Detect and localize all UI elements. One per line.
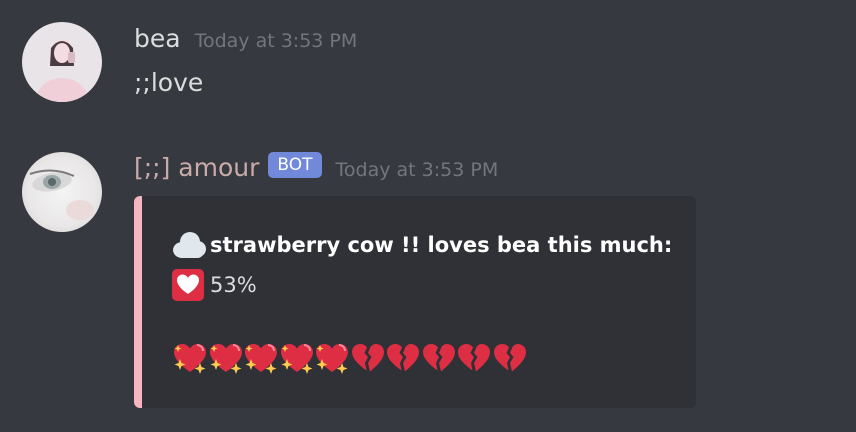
avatar[interactable] (22, 152, 102, 232)
broken-heart-icon (492, 341, 528, 375)
broken-heart-icon (385, 341, 421, 375)
message-amour: [;;] amour BOT Today at 3:53 PM strawber… (0, 0, 856, 432)
cloud-icon (172, 231, 206, 259)
white-heart-box-icon (172, 269, 204, 301)
bot-username[interactable]: [;;] amour (134, 153, 259, 182)
embed-name: strawberry cow !! (210, 233, 421, 257)
bot-tag-badge: BOT (268, 151, 322, 178)
broken-heart-icon (421, 341, 457, 375)
timestamp: Today at 3:53 PM (335, 159, 499, 181)
embed: strawberry cow !! loves bea this much: 5… (134, 196, 696, 408)
sparkling-heart-icon (279, 341, 315, 375)
embed-verb: loves (420, 233, 497, 257)
embed-target: bea (496, 233, 541, 257)
avatar-amour-image (22, 152, 102, 232)
love-bar (172, 341, 527, 375)
embed-percent-line: 53% (172, 269, 257, 301)
embed-title-line: strawberry cow !! loves bea this much: (172, 231, 672, 259)
sparkling-heart-icon (172, 341, 208, 375)
embed-rest: this much: (540, 233, 673, 257)
broken-heart-icon (350, 341, 386, 375)
sparkling-heart-icon (314, 341, 350, 375)
broken-heart-icon (456, 341, 492, 375)
percent-text: 53% (210, 273, 257, 297)
sparkling-heart-icon (243, 341, 279, 375)
sparkling-heart-icon (208, 341, 244, 375)
